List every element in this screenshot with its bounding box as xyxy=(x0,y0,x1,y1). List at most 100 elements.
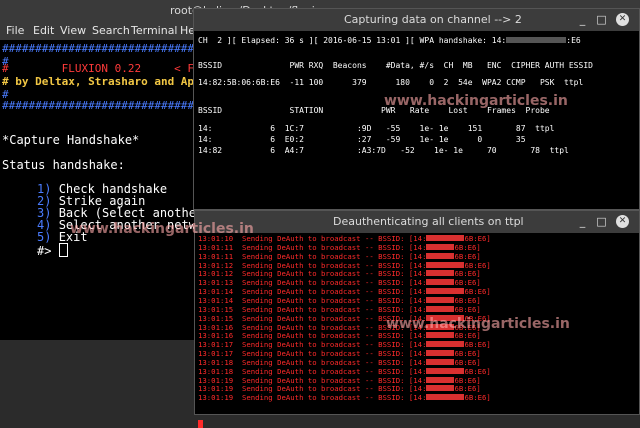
input-prompt[interactable]: #> xyxy=(37,243,68,258)
capture-window-title: Capturing data on channel --> 2 xyxy=(344,13,522,26)
deauth-message: Sending DeAuth to broadcast -- BSSID: [1… xyxy=(241,242,427,252)
deauth-timestamp: 13:01:17 xyxy=(198,349,234,359)
capture-header: CH 2 ][ Elapsed: 36 s ][ 2016-06-15 13:0… xyxy=(198,35,581,46)
bssid-tail: 6B:E6] xyxy=(464,340,491,350)
bssid-tail: 6B:E6] xyxy=(454,357,481,367)
ap-column-headers: BSSID PWR RXQ Beacons #Data, #/s CH MB E… xyxy=(198,61,593,70)
redacted-block xyxy=(426,243,455,250)
deauth-message: Sending DeAuth to broadcast -- BSSID: [1… xyxy=(241,393,427,403)
bssid-tail: 6B:E6] xyxy=(454,242,481,252)
deauth-window-title: Deauthenticating all clients on ttpl xyxy=(333,215,524,228)
menu-edit[interactable]: Edit xyxy=(33,24,54,37)
watermark: www.hackingarticles.in xyxy=(70,221,254,237)
deauth-message: Sending DeAuth to broadcast -- BSSID: [1… xyxy=(241,234,427,243)
deauth-message: Sending DeAuth to broadcast -- BSSID: [1… xyxy=(241,304,427,314)
redacted-block xyxy=(426,305,455,312)
deauth-message: Sending DeAuth to broadcast -- BSSID: [1… xyxy=(241,295,427,305)
redacted-block xyxy=(426,270,455,277)
capture-title-bar[interactable]: Capturing data on channel --> 2 _ □ ✕ xyxy=(194,9,639,31)
deauth-message: Sending DeAuth to broadcast -- BSSID: [1… xyxy=(241,278,427,288)
deauth-timestamp: 13:01:19 xyxy=(198,375,234,385)
maximize-icon[interactable]: □ xyxy=(595,215,608,228)
text-cursor xyxy=(58,243,68,257)
option-number: 5) xyxy=(37,230,52,244)
menu-search[interactable]: Search xyxy=(92,24,130,37)
deauth-message: Sending DeAuth to broadcast -- BSSID: [1… xyxy=(241,349,427,359)
bssid-tail: 6B:E6] xyxy=(464,393,491,403)
bssid-tail: 6B:E6] xyxy=(464,287,491,297)
prompt-symbol: #> xyxy=(37,244,52,258)
deauth-timestamp: 13:01:14 xyxy=(198,287,234,297)
redacted-block xyxy=(426,376,455,383)
redacted-block xyxy=(426,358,455,365)
menu-terminal[interactable]: Terminal xyxy=(131,24,178,37)
deauth-timestamp: 13:01:12 xyxy=(198,269,234,279)
bssid-tail: 6B:E6] xyxy=(464,234,491,243)
watermark: www.hackingarticles.in xyxy=(384,93,568,109)
bssid-tail: 6B:E6] xyxy=(454,384,481,394)
redacted-block xyxy=(426,350,455,357)
minimize-icon[interactable]: _ xyxy=(576,13,589,26)
redacted-block xyxy=(426,288,465,295)
maximize-icon[interactable]: □ xyxy=(595,13,608,26)
bssid-tail: 6B:E6] xyxy=(454,349,481,359)
deauth-timestamp: 13:01:19 xyxy=(198,384,234,394)
deauth-message: Sending DeAuth to broadcast -- BSSID: [1… xyxy=(241,340,427,350)
deauth-title-bar[interactable]: Deauthenticating all clients on ttpl _ □… xyxy=(195,211,639,233)
capture-data-window: Capturing data on channel --> 2 _ □ ✕ CH… xyxy=(193,8,640,210)
deauth-message: Sending DeAuth to broadcast -- BSSID: [1… xyxy=(241,260,427,270)
redacted-block xyxy=(426,332,455,339)
deauth-window: Deauthenticating all clients on ttpl _ □… xyxy=(194,210,640,428)
text-cursor xyxy=(198,420,203,428)
bssid-tail: 6B:E6] xyxy=(464,366,491,376)
bssid-tail: 6B:E6] xyxy=(454,251,481,261)
deauth-log-row: 13:01:19 Sending DeAuth to broadcast -- … xyxy=(198,393,491,403)
deauth-timestamp: 13:01:13 xyxy=(198,278,234,288)
bssid-tail: 6B:E6] xyxy=(454,304,481,314)
deauth-timestamp: 13:01:16 xyxy=(198,322,234,332)
deauth-message: Sending DeAuth to broadcast -- BSSID: [1… xyxy=(241,357,427,367)
redacted-block xyxy=(426,279,455,286)
deauth-timestamp: 13:01:14 xyxy=(198,295,234,305)
deauth-message: Sending DeAuth to broadcast -- BSSID: [1… xyxy=(241,251,427,261)
menu-file[interactable]: File xyxy=(6,24,24,37)
bssid-tail: 6B:E6] xyxy=(454,375,481,385)
capture-handshake-heading: *Capture Handshake* xyxy=(2,133,140,147)
bssid-tail: 6B:E6] xyxy=(454,295,481,305)
ap-row: 14:82:5B:06:6B:E6 -11 100 379 180 0 2 54… xyxy=(198,78,584,87)
redacted-block xyxy=(426,367,465,374)
capture-header-text: CH 2 ][ Elapsed: 36 s ][ 2016-06-15 13:0… xyxy=(198,36,507,45)
deauth-message: Sending DeAuth to broadcast -- BSSID: [1… xyxy=(241,269,427,279)
redacted-block xyxy=(506,37,567,43)
capture-terminal-output[interactable]: CH 2 ][ Elapsed: 36 s ][ 2016-06-15 13:0… xyxy=(194,31,639,209)
deauth-timestamp: 13:01:11 xyxy=(198,242,234,252)
deauth-message: Sending DeAuth to broadcast -- BSSID: [1… xyxy=(241,384,427,394)
minimize-icon[interactable]: _ xyxy=(576,215,589,228)
deauth-timestamp: 13:01:18 xyxy=(198,366,234,376)
menu-view[interactable]: View xyxy=(60,24,86,37)
deauth-timestamp: 13:01:15 xyxy=(198,304,234,314)
deauth-timestamp: 13:01:16 xyxy=(198,331,234,341)
station-row: 14:82 6 A4:7 :A3:7D -52 1e- 1e 70 78 ttp… xyxy=(198,146,569,155)
bssid-tail: 6B:E6] xyxy=(454,331,481,341)
redacted-block xyxy=(426,341,465,348)
deauth-timestamp: 13:01:15 xyxy=(198,313,234,323)
close-icon[interactable]: ✕ xyxy=(616,215,629,228)
deauth-timestamp: 13:01:17 xyxy=(198,340,234,350)
redacted-block xyxy=(426,252,455,259)
deauth-timestamp: 13:01:12 xyxy=(198,260,234,270)
capture-header-tail: :E6 xyxy=(566,36,581,45)
deauth-message: Sending DeAuth to broadcast -- BSSID: [1… xyxy=(241,366,427,376)
redacted-block xyxy=(426,385,455,392)
status-handshake-label: Status handshake: xyxy=(2,158,125,172)
deauth-message: Sending DeAuth to broadcast -- BSSID: [1… xyxy=(241,375,427,385)
deauth-timestamp: 13:01:11 xyxy=(198,251,234,261)
station-row: 14: 6 1C:7 :9D -55 1e- 1e 151 87 ttpl xyxy=(198,124,555,133)
redacted-block xyxy=(426,261,465,268)
station-row: 14: 6 E0:2 :27 -59 1e- 1e 0 35 xyxy=(198,135,526,144)
bssid-tail: 6B:E6] xyxy=(454,269,481,279)
close-icon[interactable]: ✕ xyxy=(616,13,629,26)
deauth-timestamp: 13:01:18 xyxy=(198,357,234,367)
bssid-tail: 6B:E6] xyxy=(454,278,481,288)
banner-authors: # by Deltax, Strasharo and Apath xyxy=(2,75,214,88)
